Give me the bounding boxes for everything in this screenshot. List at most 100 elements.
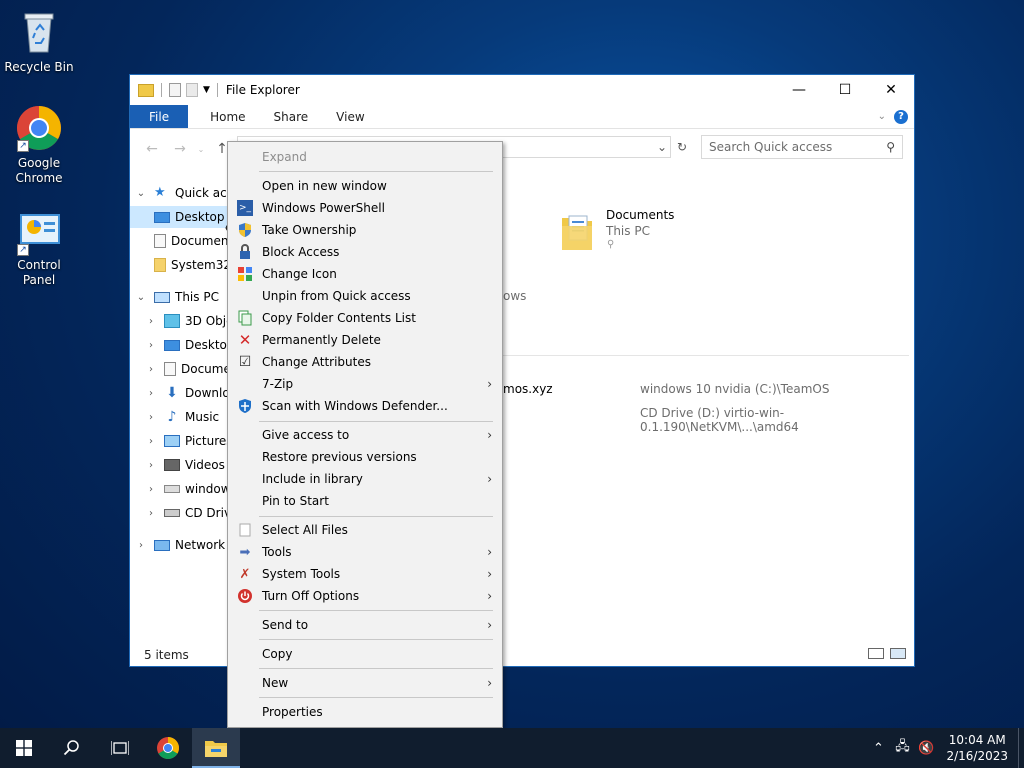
- change-icon-icon: [237, 266, 253, 282]
- expand-ribbon-icon[interactable]: ⌄: [878, 111, 886, 122]
- desktop-icon-control-panel[interactable]: ↗ Control Panel: [0, 212, 78, 288]
- back-button[interactable]: ←: [138, 141, 166, 157]
- taskbar-chrome[interactable]: [144, 728, 192, 768]
- maximize-button[interactable]: ☐: [822, 75, 868, 105]
- menu-item-pin-to-start[interactable]: Pin to Start: [228, 490, 502, 512]
- tab-share[interactable]: Share: [260, 105, 323, 128]
- documents-folder-icon: [560, 212, 594, 252]
- close-button[interactable]: ✕: [868, 75, 914, 105]
- menu-item-take-ownership[interactable]: Take Ownership: [228, 219, 502, 241]
- menu-item-change-attributes[interactable]: ☑ Change Attributes: [228, 351, 502, 373]
- menu-item-unpin-quick-access[interactable]: Unpin from Quick access: [228, 285, 502, 307]
- frequent-folder-documents[interactable]: Documents This PC ⚲: [560, 208, 710, 256]
- drive-icon: [164, 485, 180, 493]
- nav-item-drive-c[interactable]: › windows 10 nvidia (C:): [144, 478, 228, 500]
- menu-item-permanently-delete[interactable]: ✕ Permanently Delete: [228, 329, 502, 351]
- menu-item-block-access[interactable]: Block Access: [228, 241, 502, 263]
- menu-item-expand[interactable]: Expand: [228, 146, 502, 168]
- nav-item-downloads[interactable]: › ⬇ Downloads: [144, 382, 228, 404]
- nav-item-pictures[interactable]: › Pictures: [144, 430, 228, 452]
- menu-item-tools[interactable]: ➡ Tools ›: [228, 541, 502, 563]
- nav-item-3d-objects[interactable]: › 3D Objects: [144, 310, 228, 332]
- menu-separator: [259, 668, 493, 669]
- chevron-right-icon[interactable]: ›: [144, 388, 158, 399]
- recent-locations-button[interactable]: ⌄: [194, 145, 208, 154]
- shield-icon: [237, 222, 253, 238]
- address-dropdown-icon[interactable]: ⌄: [657, 140, 667, 154]
- recent-file-path: windows 10 nvidia (C:)\TeamOS: [640, 382, 830, 396]
- chevron-right-icon[interactable]: ›: [144, 460, 158, 471]
- menu-item-windows-powershell[interactable]: >_ Windows PowerShell: [228, 197, 502, 219]
- nav-item-documents-pinned[interactable]: Documents: [148, 230, 228, 252]
- chevron-right-icon[interactable]: ›: [144, 340, 158, 351]
- desktop-icon-recycle-bin[interactable]: Recycle Bin: [0, 8, 78, 75]
- large-icons-view-icon[interactable]: [890, 648, 906, 659]
- nav-item-desktop-pinned[interactable]: Desktop: [130, 206, 228, 228]
- nav-item-this-pc[interactable]: ⌄ This PC: [134, 286, 219, 308]
- power-icon: [237, 588, 253, 604]
- menu-item-scan-defender[interactable]: Scan with Windows Defender...: [228, 395, 502, 417]
- menu-separator: [259, 639, 493, 640]
- recycle-bin-icon: [15, 8, 63, 56]
- nav-item-videos[interactable]: › Videos: [144, 454, 225, 476]
- recent-file-name[interactable]: mos.xyz: [503, 382, 553, 396]
- minimize-button[interactable]: —: [776, 75, 822, 105]
- submenu-arrow-icon: ›: [487, 545, 492, 559]
- nav-item-desktop[interactable]: › Desktop: [144, 334, 228, 356]
- nav-item-cd-drive[interactable]: › CD Drive (D:): [144, 502, 228, 524]
- chevron-right-icon[interactable]: ›: [144, 508, 158, 519]
- details-view-icon[interactable]: [868, 648, 884, 659]
- tab-view[interactable]: View: [322, 105, 378, 128]
- nav-item-documents[interactable]: › Documents: [144, 358, 228, 380]
- clock[interactable]: 10:04 AM 2/16/2023: [938, 732, 1018, 764]
- chevron-right-icon[interactable]: ›: [134, 540, 148, 551]
- chevron-right-icon[interactable]: ›: [144, 484, 158, 495]
- chevron-right-icon[interactable]: ›: [144, 316, 158, 327]
- chevron-right-icon[interactable]: ›: [144, 364, 158, 375]
- nav-item-network[interactable]: › Network: [134, 534, 225, 556]
- nav-item-music[interactable]: › ♪ Music: [144, 406, 219, 428]
- properties-icon[interactable]: [169, 83, 181, 97]
- chevron-down-icon[interactable]: ⌄: [134, 188, 148, 199]
- task-view-button[interactable]: [96, 728, 144, 768]
- chevron-down-icon[interactable]: ⌄: [134, 292, 148, 303]
- menu-item-system-tools[interactable]: ✗ System Tools ›: [228, 563, 502, 585]
- desktop-icon-google-chrome[interactable]: ↗ Google Chrome: [0, 104, 78, 186]
- menu-item-7zip[interactable]: 7-Zip ›: [228, 373, 502, 395]
- menu-item-properties[interactable]: Properties: [228, 701, 502, 723]
- menu-item-copy[interactable]: Copy: [228, 643, 502, 665]
- chevron-right-icon[interactable]: ›: [144, 412, 158, 423]
- menu-item-include-in-library[interactable]: Include in library ›: [228, 468, 502, 490]
- search-input[interactable]: Search Quick access ⚲: [701, 135, 903, 159]
- menu-item-turn-off-options[interactable]: Turn Off Options ›: [228, 585, 502, 607]
- show-desktop-button[interactable]: [1018, 728, 1024, 768]
- menu-item-copy-folder-contents-list[interactable]: Copy Folder Contents List: [228, 307, 502, 329]
- menu-item-open-new-window[interactable]: Open in new window: [228, 175, 502, 197]
- nav-item-system32[interactable]: System32: [148, 254, 228, 276]
- menu-item-send-to[interactable]: Send to ›: [228, 614, 502, 636]
- menu-item-give-access[interactable]: Give access to ›: [228, 424, 502, 446]
- new-folder-icon[interactable]: [186, 83, 198, 97]
- nav-item-quick-access[interactable]: ⌄ ★ Quick access: [134, 182, 228, 204]
- menu-item-change-icon[interactable]: Change Icon: [228, 263, 502, 285]
- menu-item-select-all-files[interactable]: Select All Files: [228, 519, 502, 541]
- help-icon[interactable]: ?: [894, 109, 908, 124]
- search-button[interactable]: [48, 728, 96, 768]
- tab-home[interactable]: Home: [188, 105, 259, 128]
- network-icon[interactable]: 🖧: [890, 737, 914, 759]
- quick-access-toolbar: ▼: [138, 83, 220, 97]
- customize-toolbar-icon[interactable]: ▼: [203, 85, 210, 95]
- forward-button[interactable]: →: [166, 141, 194, 157]
- tab-file[interactable]: File: [130, 105, 189, 128]
- volume-muted-icon[interactable]: 🔇: [914, 741, 938, 756]
- start-button[interactable]: [0, 728, 48, 768]
- defender-icon: [237, 398, 253, 414]
- chevron-right-icon[interactable]: ›: [144, 436, 158, 447]
- taskbar-file-explorer[interactable]: [192, 728, 240, 768]
- folder-icon: [138, 83, 154, 97]
- menu-item-new[interactable]: New ›: [228, 672, 502, 694]
- menu-item-restore-previous-versions[interactable]: Restore previous versions: [228, 446, 502, 468]
- network-icon: [154, 539, 170, 551]
- refresh-icon[interactable]: ↻: [677, 140, 687, 154]
- show-hidden-icons-icon[interactable]: ⌃: [866, 741, 890, 756]
